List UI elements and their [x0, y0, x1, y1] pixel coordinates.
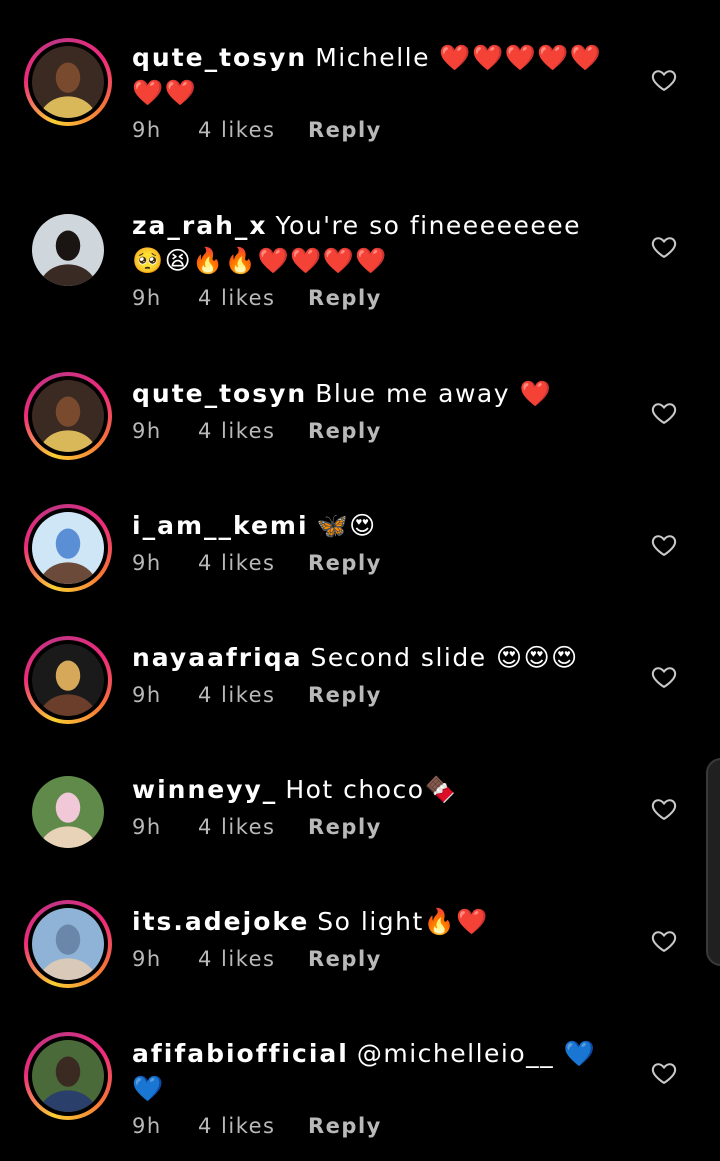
- comment-text: za_rah_x You're so fineeeeeeee 🥺😫🔥🔥❤️❤️❤️…: [132, 208, 612, 278]
- comment-text: its.adejoke So light🔥❤️: [132, 904, 612, 939]
- comment-username[interactable]: winneyy_: [132, 775, 277, 804]
- avatar[interactable]: [24, 1032, 112, 1120]
- avatar[interactable]: [24, 372, 112, 460]
- comment-meta: 9h 4 likes Reply: [132, 551, 612, 575]
- comment-username[interactable]: za_rah_x: [132, 211, 268, 240]
- comment-likes[interactable]: 4 likes: [198, 551, 308, 575]
- comment-likes[interactable]: 4 likes: [198, 419, 308, 443]
- reply-button[interactable]: Reply: [308, 815, 382, 839]
- comment-meta: 9h 4 likes Reply: [132, 815, 612, 839]
- comment-message: 🦋😍: [316, 511, 377, 540]
- heart-outline-icon[interactable]: [650, 927, 678, 955]
- avatar-image: [32, 380, 104, 452]
- comment-username[interactable]: its.adejoke: [132, 907, 309, 936]
- heart-outline-icon[interactable]: [650, 531, 678, 559]
- comment-time: 9h: [132, 947, 162, 971]
- comment-message: Blue me away ❤️: [315, 379, 553, 408]
- comment-time: 9h: [132, 1114, 162, 1138]
- avatar-image: [32, 214, 104, 286]
- comment-time: 9h: [132, 419, 162, 443]
- reply-button[interactable]: Reply: [308, 118, 382, 142]
- avatar-image: [32, 908, 104, 980]
- comment-likes[interactable]: 4 likes: [198, 118, 308, 142]
- comment-text: winneyy_ Hot choco🍫: [132, 772, 612, 807]
- reply-button[interactable]: Reply: [308, 1114, 382, 1138]
- reply-button[interactable]: Reply: [308, 286, 382, 310]
- comment-likes[interactable]: 4 likes: [198, 286, 308, 310]
- comment-likes[interactable]: 4 likes: [198, 683, 308, 707]
- heart-outline-icon[interactable]: [650, 1059, 678, 1087]
- comment-message: Hot choco🍫: [285, 775, 458, 804]
- avatar-image: [32, 776, 104, 848]
- comment-likes[interactable]: 4 likes: [198, 815, 308, 839]
- avatar[interactable]: [24, 38, 112, 126]
- comment-username[interactable]: i_am__kemi: [132, 511, 309, 540]
- reply-button[interactable]: Reply: [308, 683, 382, 707]
- comment-meta: 9h 4 likes Reply: [132, 683, 612, 707]
- comment-username[interactable]: nayaafriqa: [132, 643, 302, 672]
- comment-likes[interactable]: 4 likes: [198, 947, 308, 971]
- heart-outline-icon[interactable]: [650, 66, 678, 94]
- reply-button[interactable]: Reply: [308, 947, 382, 971]
- avatar[interactable]: [24, 206, 112, 294]
- heart-outline-icon[interactable]: [650, 795, 678, 823]
- heart-outline-icon[interactable]: [650, 663, 678, 691]
- comment-username[interactable]: qute_tosyn: [132, 379, 307, 408]
- avatar-image: [32, 1040, 104, 1112]
- avatar[interactable]: [24, 636, 112, 724]
- avatar-image: [32, 512, 104, 584]
- comment-time: 9h: [132, 683, 162, 707]
- comment-likes[interactable]: 4 likes: [198, 1114, 308, 1138]
- scrollbar-handle[interactable]: [706, 758, 720, 966]
- avatar[interactable]: [24, 504, 112, 592]
- comments-list: qute_tosyn Michelle ❤️❤️❤️❤️❤️❤️❤️ 9h 4 li…: [0, 0, 720, 1161]
- reply-button[interactable]: Reply: [308, 551, 382, 575]
- comment-time: 9h: [132, 286, 162, 310]
- comment-meta: 9h 4 likes Reply: [132, 1114, 612, 1138]
- reply-button[interactable]: Reply: [308, 419, 382, 443]
- comment-meta: 9h 4 likes Reply: [132, 947, 612, 971]
- comment-message: Second slide 😍😍😍: [310, 643, 579, 672]
- comment-username[interactable]: qute_tosyn: [132, 43, 307, 72]
- comment-text: qute_tosyn Blue me away ❤️: [132, 376, 612, 411]
- comment-text: nayaafriqa Second slide 😍😍😍: [132, 640, 612, 675]
- avatar-image: [32, 644, 104, 716]
- heart-outline-icon[interactable]: [650, 233, 678, 261]
- comment-text: afifabiofficial @michelleio__ 💙💙: [132, 1036, 612, 1106]
- comment-meta: 9h 4 likes Reply: [132, 118, 612, 142]
- comment-text: i_am__kemi 🦋😍: [132, 508, 612, 543]
- comment-meta: 9h 4 likes Reply: [132, 419, 612, 443]
- comment-time: 9h: [132, 118, 162, 142]
- comment-username[interactable]: afifabiofficial: [132, 1039, 349, 1068]
- comment-message: So light🔥❤️: [317, 907, 490, 936]
- avatar-image: [32, 46, 104, 118]
- avatar[interactable]: [24, 900, 112, 988]
- avatar[interactable]: [24, 768, 112, 856]
- comment-text: qute_tosyn Michelle ❤️❤️❤️❤️❤️❤️❤️: [132, 40, 612, 110]
- comment-time: 9h: [132, 815, 162, 839]
- heart-outline-icon[interactable]: [650, 399, 678, 427]
- comment-time: 9h: [132, 551, 162, 575]
- comment-meta: 9h 4 likes Reply: [132, 286, 612, 310]
